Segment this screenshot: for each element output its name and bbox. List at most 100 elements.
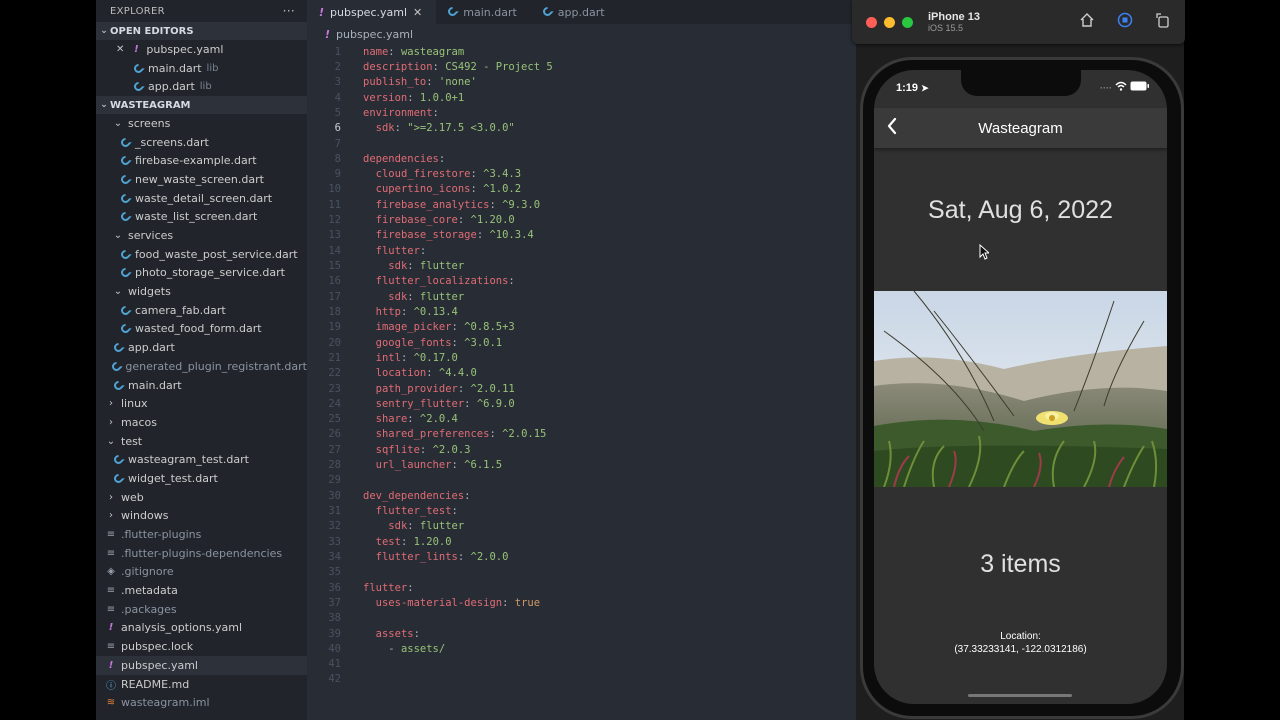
line-number: 10 bbox=[328, 183, 341, 196]
back-chevron-icon[interactable] bbox=[886, 116, 898, 141]
tree-folder[interactable]: › web bbox=[96, 488, 307, 507]
code-token: : bbox=[432, 106, 439, 119]
code-token: : bbox=[451, 336, 465, 349]
tree-file[interactable]: ≡ .flutter-plugins bbox=[96, 525, 307, 544]
code-editor[interactable]: ! pubspec.yaml 1 name: wasteagram 2 descrip… bbox=[307, 24, 856, 720]
code-line: 6 sdk: ">=2.17.5 <3.0.0" bbox=[307, 121, 856, 136]
minimize-window-button[interactable] bbox=[884, 16, 895, 28]
line-number: 13 bbox=[328, 229, 341, 242]
tree-file[interactable]: wasted_food_form.dart bbox=[96, 320, 307, 339]
code-line: 36 flutter: bbox=[307, 580, 856, 595]
tree-file[interactable]: waste_list_screen.dart bbox=[96, 208, 307, 227]
code-token: ^0.17.0 bbox=[413, 351, 458, 364]
close-window-button[interactable] bbox=[866, 16, 877, 28]
close-icon[interactable]: ✕ bbox=[116, 44, 124, 55]
tree-folder[interactable]: ⌄ services bbox=[96, 226, 307, 245]
screenshot-icon[interactable] bbox=[1117, 12, 1133, 32]
code-line: 18 http: ^0.13.4 bbox=[307, 304, 856, 319]
code-token: ^2.0.3 bbox=[432, 443, 471, 456]
code-token: firebase_analytics bbox=[375, 198, 490, 211]
tree-file[interactable]: generated_plugin_registrant.dart bbox=[96, 357, 307, 376]
close-icon[interactable]: ✕ bbox=[413, 6, 422, 19]
tree-item-label: _screens.dart bbox=[135, 135, 209, 149]
tree-file[interactable]: ≋ wasteagram.iml bbox=[96, 693, 307, 712]
breadcrumb-file[interactable]: pubspec.yaml bbox=[336, 28, 413, 41]
tree-file[interactable]: food_waste_post_service.dart bbox=[96, 245, 307, 264]
tree-file[interactable]: ! pubspec.yaml bbox=[96, 656, 307, 675]
tree-folder[interactable]: ⌄ screens bbox=[96, 114, 307, 133]
code-line: 30 dev_dependencies: bbox=[307, 488, 856, 503]
code-token: image_picker bbox=[375, 321, 452, 334]
tree-file[interactable]: app.dart bbox=[96, 338, 307, 357]
line-number: 23 bbox=[328, 382, 341, 395]
code-line: 11 firebase_analytics: ^9.3.0 bbox=[307, 197, 856, 212]
tree-file[interactable]: photo_storage_service.dart bbox=[96, 264, 307, 283]
code-token: ^4.4.0 bbox=[438, 367, 477, 380]
code-line: 8 dependencies: bbox=[307, 151, 856, 166]
open-editors-section[interactable]: ⌄ OPEN EDITORS bbox=[96, 22, 307, 40]
tree-file[interactable]: ⓘ README.md bbox=[96, 675, 307, 694]
tree-file[interactable]: new_waste_screen.dart bbox=[96, 170, 307, 189]
code-token: : bbox=[426, 367, 439, 380]
tree-file[interactable]: waste_detail_screen.dart bbox=[96, 189, 307, 208]
tree-file[interactable]: main.dart bbox=[96, 376, 307, 395]
tree-file[interactable]: wasteagram_test.dart bbox=[96, 450, 307, 469]
open-editor-item[interactable]: ✕! pubspec.yaml bbox=[96, 40, 307, 59]
code-token: : bbox=[489, 198, 503, 211]
tree-file[interactable]: widget_test.dart bbox=[96, 469, 307, 488]
editor-tab[interactable]: main.dart bbox=[436, 0, 531, 24]
tree-file[interactable]: ◈ .gitignore bbox=[96, 563, 307, 582]
line-number: 2 bbox=[334, 60, 341, 73]
line-number: 12 bbox=[328, 214, 341, 227]
tree-file[interactable]: _screens.dart bbox=[96, 133, 307, 152]
home-icon[interactable] bbox=[1079, 12, 1095, 32]
explorer-title: EXPLORER bbox=[110, 5, 165, 17]
tree-folder[interactable]: ⌄ test bbox=[96, 432, 307, 451]
editor-tab[interactable]: app.dart bbox=[531, 0, 619, 24]
code-token: : bbox=[426, 76, 439, 89]
code-line: 4 version: 1.0.0+1 bbox=[307, 90, 856, 105]
tree-folder[interactable]: › macos bbox=[96, 413, 307, 432]
tree-folder[interactable]: › windows bbox=[96, 507, 307, 526]
explorer-more-icon[interactable]: ··· bbox=[283, 4, 295, 18]
tree-file[interactable]: ≡ .flutter-plugins-dependencies bbox=[96, 544, 307, 563]
home-indicator[interactable] bbox=[968, 694, 1072, 697]
code-token: cupertino_icons bbox=[375, 183, 471, 196]
line-number: 36 bbox=[328, 581, 341, 594]
tree-file[interactable]: ≡ pubspec.lock bbox=[96, 637, 307, 656]
code-line: 27 sqflite: ^2.0.3 bbox=[307, 442, 856, 457]
code-token: ^6.1.5 bbox=[464, 459, 503, 472]
project-section[interactable]: ⌄ WASTEAGRAM bbox=[96, 96, 307, 115]
open-editor-path: lib bbox=[206, 62, 219, 74]
tree-folder[interactable]: ⌄ widgets bbox=[96, 282, 307, 301]
editor-tab[interactable]: ! pubspec.yaml ✕ bbox=[307, 0, 437, 24]
open-editor-item[interactable]: app.dart lib bbox=[96, 77, 307, 96]
code-token: : bbox=[457, 214, 471, 227]
code-token: flutter_test bbox=[375, 505, 452, 518]
code-token: ^0.13.4 bbox=[413, 305, 458, 318]
code-token: google_fonts bbox=[375, 336, 452, 349]
device-name: iPhone 13 bbox=[928, 11, 980, 23]
tree-file[interactable]: ≡ .metadata bbox=[96, 581, 307, 600]
tree-file[interactable]: ! analysis_options.yaml bbox=[96, 619, 307, 638]
code-token: share bbox=[375, 413, 408, 426]
rotate-icon[interactable] bbox=[1155, 12, 1171, 32]
open-editor-item[interactable]: main.dart lib bbox=[96, 59, 307, 78]
line-number: 11 bbox=[328, 198, 341, 211]
tree-file[interactable]: firebase-example.dart bbox=[96, 151, 307, 170]
code-lines: 1 name: wasteagram 2 description: CS492 - P… bbox=[307, 44, 856, 687]
location-info: Location: (37.33233141, -122.0312186) bbox=[874, 630, 1167, 656]
zoom-window-button[interactable] bbox=[902, 16, 913, 28]
code-token: sdk bbox=[388, 260, 408, 273]
tree-file[interactable]: camera_fab.dart bbox=[96, 301, 307, 320]
code-token: : bbox=[489, 428, 503, 441]
tree-folder[interactable]: › linux bbox=[96, 394, 307, 413]
phone-screen[interactable]: 1:19 ➤ ···· Wasteagram Sat, Aug 6, 2022 bbox=[874, 70, 1167, 704]
line-number: 18 bbox=[328, 305, 341, 318]
code-token: true bbox=[514, 596, 541, 609]
tree-file[interactable]: ≡ .packages bbox=[96, 600, 307, 619]
